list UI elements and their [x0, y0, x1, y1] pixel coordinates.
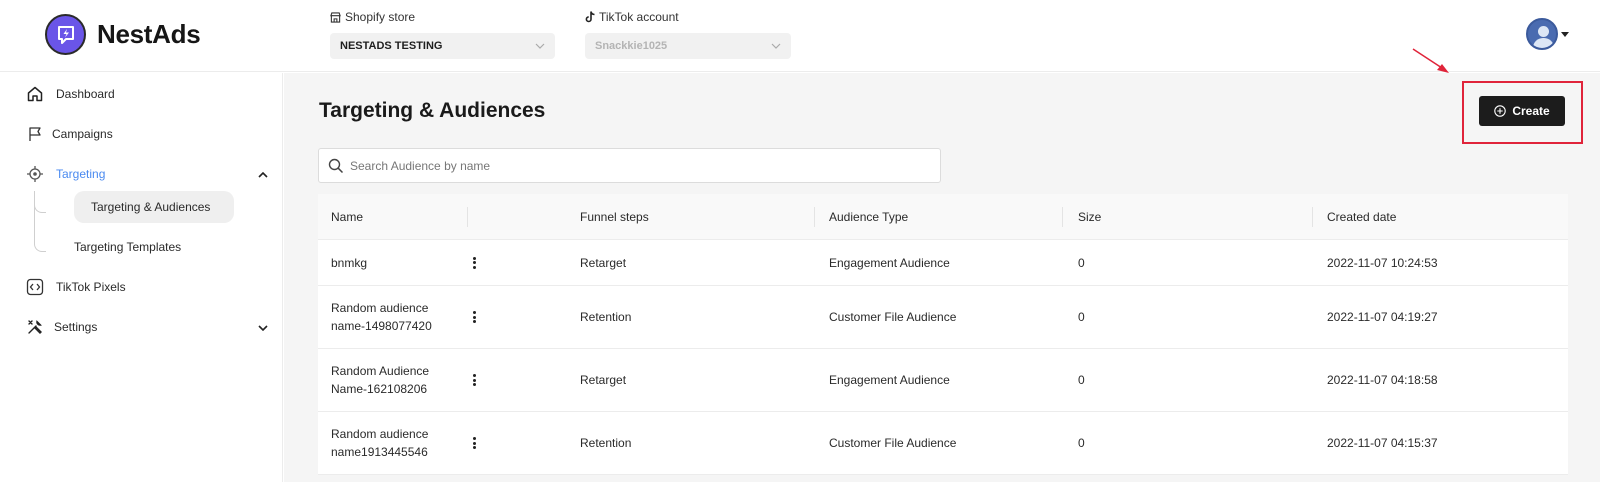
table-row[interactable]: bnmkg Retarget Engagement Audience 0 202… — [318, 240, 1568, 286]
column-header-funnel-steps: Funnel steps — [580, 210, 649, 224]
cell-created-date: 2022-11-07 04:19:27 — [1327, 310, 1438, 324]
cell-audience-type: Customer File Audience — [829, 310, 957, 324]
logo[interactable]: NestAds — [45, 14, 201, 55]
cell-funnel-steps: Retention — [580, 310, 632, 324]
more-options-icon[interactable] — [471, 372, 477, 388]
home-icon — [26, 85, 44, 103]
tiktok-account-label: TikTok account — [599, 10, 679, 24]
cell-created-date: 2022-11-07 10:24:53 — [1327, 255, 1438, 270]
search-icon — [328, 158, 344, 174]
cell-size: 0 — [1078, 436, 1085, 450]
sidebar-subitem-targeting-templates[interactable]: Targeting Templates — [57, 231, 227, 263]
chevron-up-icon — [258, 167, 268, 181]
cell-funnel-steps: Retarget — [580, 255, 627, 270]
table-row[interactable]: Random audience name1913445546 Retention… — [318, 412, 1568, 475]
chevron-down-icon — [771, 40, 781, 52]
top-bar: NestAds Shopify store NESTADS TESTING Ti… — [0, 0, 1600, 72]
store-icon — [330, 11, 341, 23]
column-header-created-date: Created date — [1327, 210, 1397, 224]
sidebar-item-settings[interactable]: Settings — [0, 312, 283, 342]
tiktok-account-dropdown[interactable]: Snackkie1025 — [585, 33, 791, 59]
target-icon — [26, 165, 44, 183]
more-options-icon[interactable] — [471, 255, 477, 271]
nestads-logo-icon — [45, 14, 86, 55]
tree-connector — [34, 191, 46, 252]
table-header: Name Funnel steps Audience Type Size Cre… — [318, 194, 1568, 240]
cell-size: 0 — [1078, 255, 1085, 270]
cell-name: Random audience name1913445546 — [331, 427, 429, 459]
table-row[interactable]: Random Audience Name-162108206 Retarget … — [318, 349, 1568, 412]
more-options-icon[interactable] — [471, 435, 477, 451]
shopify-store-dropdown[interactable]: NESTADS TESTING — [330, 33, 555, 59]
plus-circle-icon — [1494, 105, 1507, 117]
app-name: NestAds — [97, 19, 201, 49]
column-header-size: Size — [1078, 210, 1102, 224]
sidebar-item-targeting[interactable]: Targeting — [0, 159, 283, 189]
audience-table: Name Funnel steps Audience Type Size Cre… — [318, 194, 1568, 475]
flag-icon — [26, 125, 44, 143]
chevron-down-icon — [258, 320, 268, 334]
cell-size: 0 — [1078, 373, 1085, 387]
cell-audience-type: Customer File Audience — [829, 436, 957, 450]
sidebar-item-campaigns[interactable]: Campaigns — [0, 119, 283, 149]
cell-funnel-steps: Retention — [580, 436, 632, 450]
cell-audience-type: Engagement Audience — [829, 373, 950, 387]
sidebar-item-dashboard[interactable]: Dashboard — [0, 79, 283, 109]
cell-size: 0 — [1078, 310, 1085, 324]
cell-created-date: 2022-11-07 04:18:58 — [1327, 373, 1438, 387]
cell-created-date: 2022-11-07 04:15:37 — [1327, 436, 1438, 450]
more-options-icon[interactable] — [471, 309, 477, 325]
tiktok-icon — [585, 11, 595, 23]
cell-audience-type: Engagement Audience — [829, 255, 950, 270]
tiktok-account-selector: TikTok account Snackkie1025 — [585, 9, 791, 59]
cell-name: bnmkg — [331, 255, 368, 270]
column-header-name: Name — [331, 210, 364, 224]
avatar — [1526, 18, 1558, 50]
shopify-store-selector: Shopify store NESTADS TESTING — [330, 9, 555, 59]
sidebar-subitem-targeting-audiences[interactable]: Targeting & Audiences — [74, 191, 234, 223]
cell-name: Random Audience Name-162108206 — [331, 364, 430, 396]
search-input[interactable] — [350, 158, 910, 173]
main-content: Targeting & Audiences Create Name Funnel… — [284, 73, 1600, 482]
create-button[interactable]: Create — [1479, 96, 1565, 126]
code-icon — [26, 278, 44, 296]
tiktok-account-value: Snackkie1025 — [595, 40, 668, 52]
search-bar — [318, 148, 941, 183]
chevron-down-icon — [535, 40, 545, 52]
cell-name: Random audience name-1498077420 — [331, 301, 432, 333]
create-button-label: Create — [1512, 104, 1550, 118]
page-title: Targeting & Audiences — [319, 99, 546, 122]
table-row[interactable]: Random audience name-1498077420 Retentio… — [318, 286, 1568, 349]
caret-down-icon — [1561, 31, 1569, 37]
sidebar-item-tiktok-pixels[interactable]: TikTok Pixels — [0, 272, 283, 302]
tools-icon — [26, 318, 44, 336]
column-header-audience-type: Audience Type — [829, 210, 909, 224]
cell-funnel-steps: Retarget — [580, 373, 627, 387]
user-menu[interactable] — [1526, 18, 1569, 50]
shopify-store-value: NESTADS TESTING — [340, 40, 443, 52]
sidebar: Dashboard Campaigns Targeting Targeting … — [0, 73, 283, 482]
shopify-store-label: Shopify store — [345, 10, 416, 24]
